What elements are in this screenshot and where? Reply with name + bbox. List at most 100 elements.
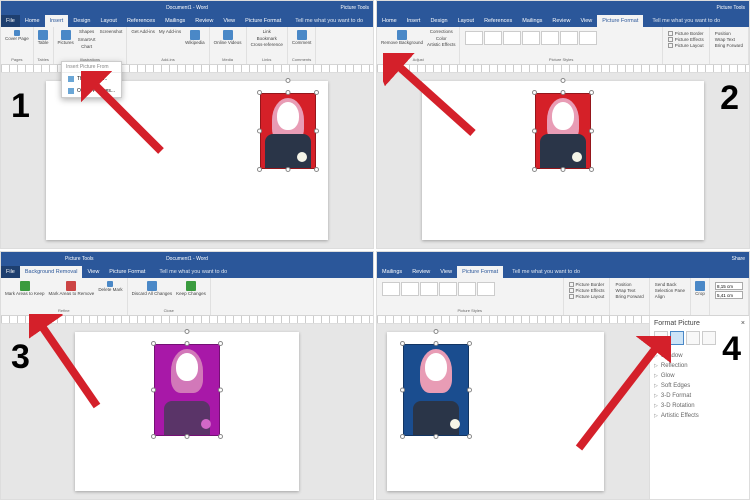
artistic-effects-button[interactable]: Artistic Effects <box>426 42 456 49</box>
wrap-text-button[interactable]: Wrap Text <box>715 37 743 42</box>
ribbon-tabs: Home Insert Design Layout References Mai… <box>377 15 749 27</box>
bg-removal-photo[interactable] <box>154 344 220 436</box>
pane-title: Format Picture <box>654 320 700 327</box>
titlebar: Share <box>377 252 749 266</box>
delete-mark-button[interactable]: Delete Mark <box>97 280 123 308</box>
comment-button[interactable]: Comment <box>291 29 313 57</box>
tab-home[interactable]: Home <box>20 15 45 27</box>
picture-styles-gallery[interactable] <box>380 280 560 298</box>
tab-file[interactable]: File <box>1 266 20 278</box>
arrow-4 <box>571 336 671 456</box>
crop-button[interactable]: Crop <box>694 280 706 313</box>
wikipedia-button[interactable]: Wikipedia <box>184 29 206 57</box>
tab-insert[interactable]: Insert <box>45 15 69 27</box>
position-button[interactable]: Position <box>615 282 643 287</box>
pictures-button[interactable]: Pictures <box>57 29 75 57</box>
ribbon-tabs: File Home Insert Design Layout Reference… <box>1 15 373 27</box>
tab-view[interactable]: View <box>435 266 457 278</box>
titlebar: Picture Tools Document1 - Word <box>1 252 373 266</box>
width-input[interactable] <box>715 291 743 299</box>
tab-design[interactable]: Design <box>68 15 95 27</box>
size-group <box>713 280 745 301</box>
selection-pane-button[interactable]: Selection Pane <box>655 288 685 293</box>
align-button[interactable]: Align <box>655 294 685 299</box>
inserted-photo[interactable] <box>260 93 316 169</box>
tab-view[interactable]: View <box>218 15 240 27</box>
tell-me[interactable]: Tell me what you want to do <box>647 15 725 27</box>
cover-page-button[interactable]: Cover Page <box>4 29 30 57</box>
panel-1: Document1 - Word Picture Tools File Home… <box>0 0 374 249</box>
tab-mailings[interactable]: Mailings <box>160 15 190 27</box>
tab-background-removal[interactable]: Background Removal <box>20 266 83 278</box>
keep-changes-button[interactable]: Keep Changes <box>175 280 207 308</box>
ribbon-insert: Cover PagePages TableTables Pictures Sha… <box>1 27 373 65</box>
tab-mailings[interactable]: Mailings <box>517 15 547 27</box>
my-addins-button[interactable]: My Add-ins <box>158 29 182 57</box>
online-video-button[interactable]: Online Videos <box>213 29 243 57</box>
ribbon-background-removal: Mark Areas to Keep Mark Areas to Remove … <box>1 278 373 316</box>
tab-review[interactable]: Review <box>547 15 575 27</box>
tab-file[interactable]: File <box>1 15 20 27</box>
arrow-3 <box>29 314 109 414</box>
result-photo[interactable] <box>403 344 469 436</box>
height-input[interactable] <box>715 282 743 290</box>
tab-design[interactable]: Design <box>425 15 452 27</box>
close-icon[interactable]: × <box>741 320 745 327</box>
tab-layout[interactable]: Layout <box>453 15 480 27</box>
tab-review[interactable]: Review <box>190 15 218 27</box>
doc-title: Document1 - Word <box>166 256 208 262</box>
picture-layout-button[interactable]: Picture Layout <box>668 43 704 48</box>
wrap-text-button[interactable]: Wrap Text <box>615 288 643 293</box>
smartart-button[interactable]: SmartArt <box>77 37 97 44</box>
titlebar: Picture Tools <box>377 1 749 15</box>
picture-effects-button[interactable]: Picture Effects <box>668 37 704 42</box>
chart-button[interactable]: Chart <box>77 44 97 51</box>
tab-picture-format[interactable]: Picture Format <box>240 15 286 27</box>
panel-4: Share Mailings Review View Picture Forma… <box>376 251 750 500</box>
tell-me[interactable]: Tell me what you want to do <box>154 266 232 278</box>
tab-layout[interactable]: Layout <box>95 15 122 27</box>
share-button[interactable]: Share <box>732 256 745 262</box>
send-backward-button[interactable]: Send Back <box>655 282 685 287</box>
picture-icon[interactable] <box>702 331 716 345</box>
picture-border-button[interactable]: Picture Border <box>668 31 704 36</box>
tab-references[interactable]: References <box>122 15 160 27</box>
shapes-button[interactable]: Shapes <box>77 29 97 36</box>
table-button[interactable]: Table <box>37 29 50 57</box>
tab-view[interactable]: View <box>82 266 104 278</box>
ruler <box>1 65 373 73</box>
step-number-3: 3 <box>11 338 30 377</box>
crossref-button[interactable]: Cross-reference <box>250 42 284 49</box>
tab-review[interactable]: Review <box>407 266 435 278</box>
document-area <box>1 73 373 248</box>
tell-me[interactable]: Tell me what you want to do <box>507 266 585 278</box>
tab-mailings[interactable]: Mailings <box>377 266 407 278</box>
ribbon-tabs: File Background Removal View Picture For… <box>1 266 373 278</box>
get-addins-button[interactable]: Get Add-ins <box>130 29 156 57</box>
picture-effects-button[interactable]: Picture Effects <box>569 288 605 293</box>
tab-references[interactable]: References <box>479 15 517 27</box>
picture-styles-gallery[interactable] <box>463 29 658 47</box>
tab-picture-format[interactable]: Picture Format <box>457 266 503 278</box>
effects-icon[interactable] <box>670 331 684 345</box>
screenshot-button[interactable]: Screenshot <box>99 29 124 57</box>
tell-me[interactable]: Tell me what you want to do <box>290 15 368 27</box>
discard-changes-button[interactable]: Discard All Changes <box>131 280 174 308</box>
tab-insert[interactable]: Insert <box>402 15 426 27</box>
picture-layout-button[interactable]: Picture Layout <box>569 294 605 299</box>
position-button[interactable]: Position <box>715 31 743 36</box>
tab-view[interactable]: View <box>575 15 597 27</box>
panel-3: Picture Tools Document1 - Word File Back… <box>0 251 374 500</box>
picture-border-button[interactable]: Picture Border <box>569 282 605 287</box>
tab-picture-format[interactable]: Picture Format <box>104 266 150 278</box>
picture-tools-label: Picture Tools <box>716 5 745 11</box>
picture-tools-label: Picture Tools <box>340 5 369 11</box>
mark-remove-button[interactable]: Mark Areas to Remove <box>48 280 96 308</box>
layout-icon[interactable] <box>686 331 700 345</box>
bring-forward-button[interactable]: Bring Forward <box>715 43 743 48</box>
tab-picture-format[interactable]: Picture Format <box>597 15 643 27</box>
inserted-photo[interactable] <box>535 93 591 169</box>
mark-keep-button[interactable]: Mark Areas to Keep <box>4 280 46 308</box>
bring-forward-button[interactable]: Bring Forward <box>615 294 643 299</box>
tab-home[interactable]: Home <box>377 15 402 27</box>
